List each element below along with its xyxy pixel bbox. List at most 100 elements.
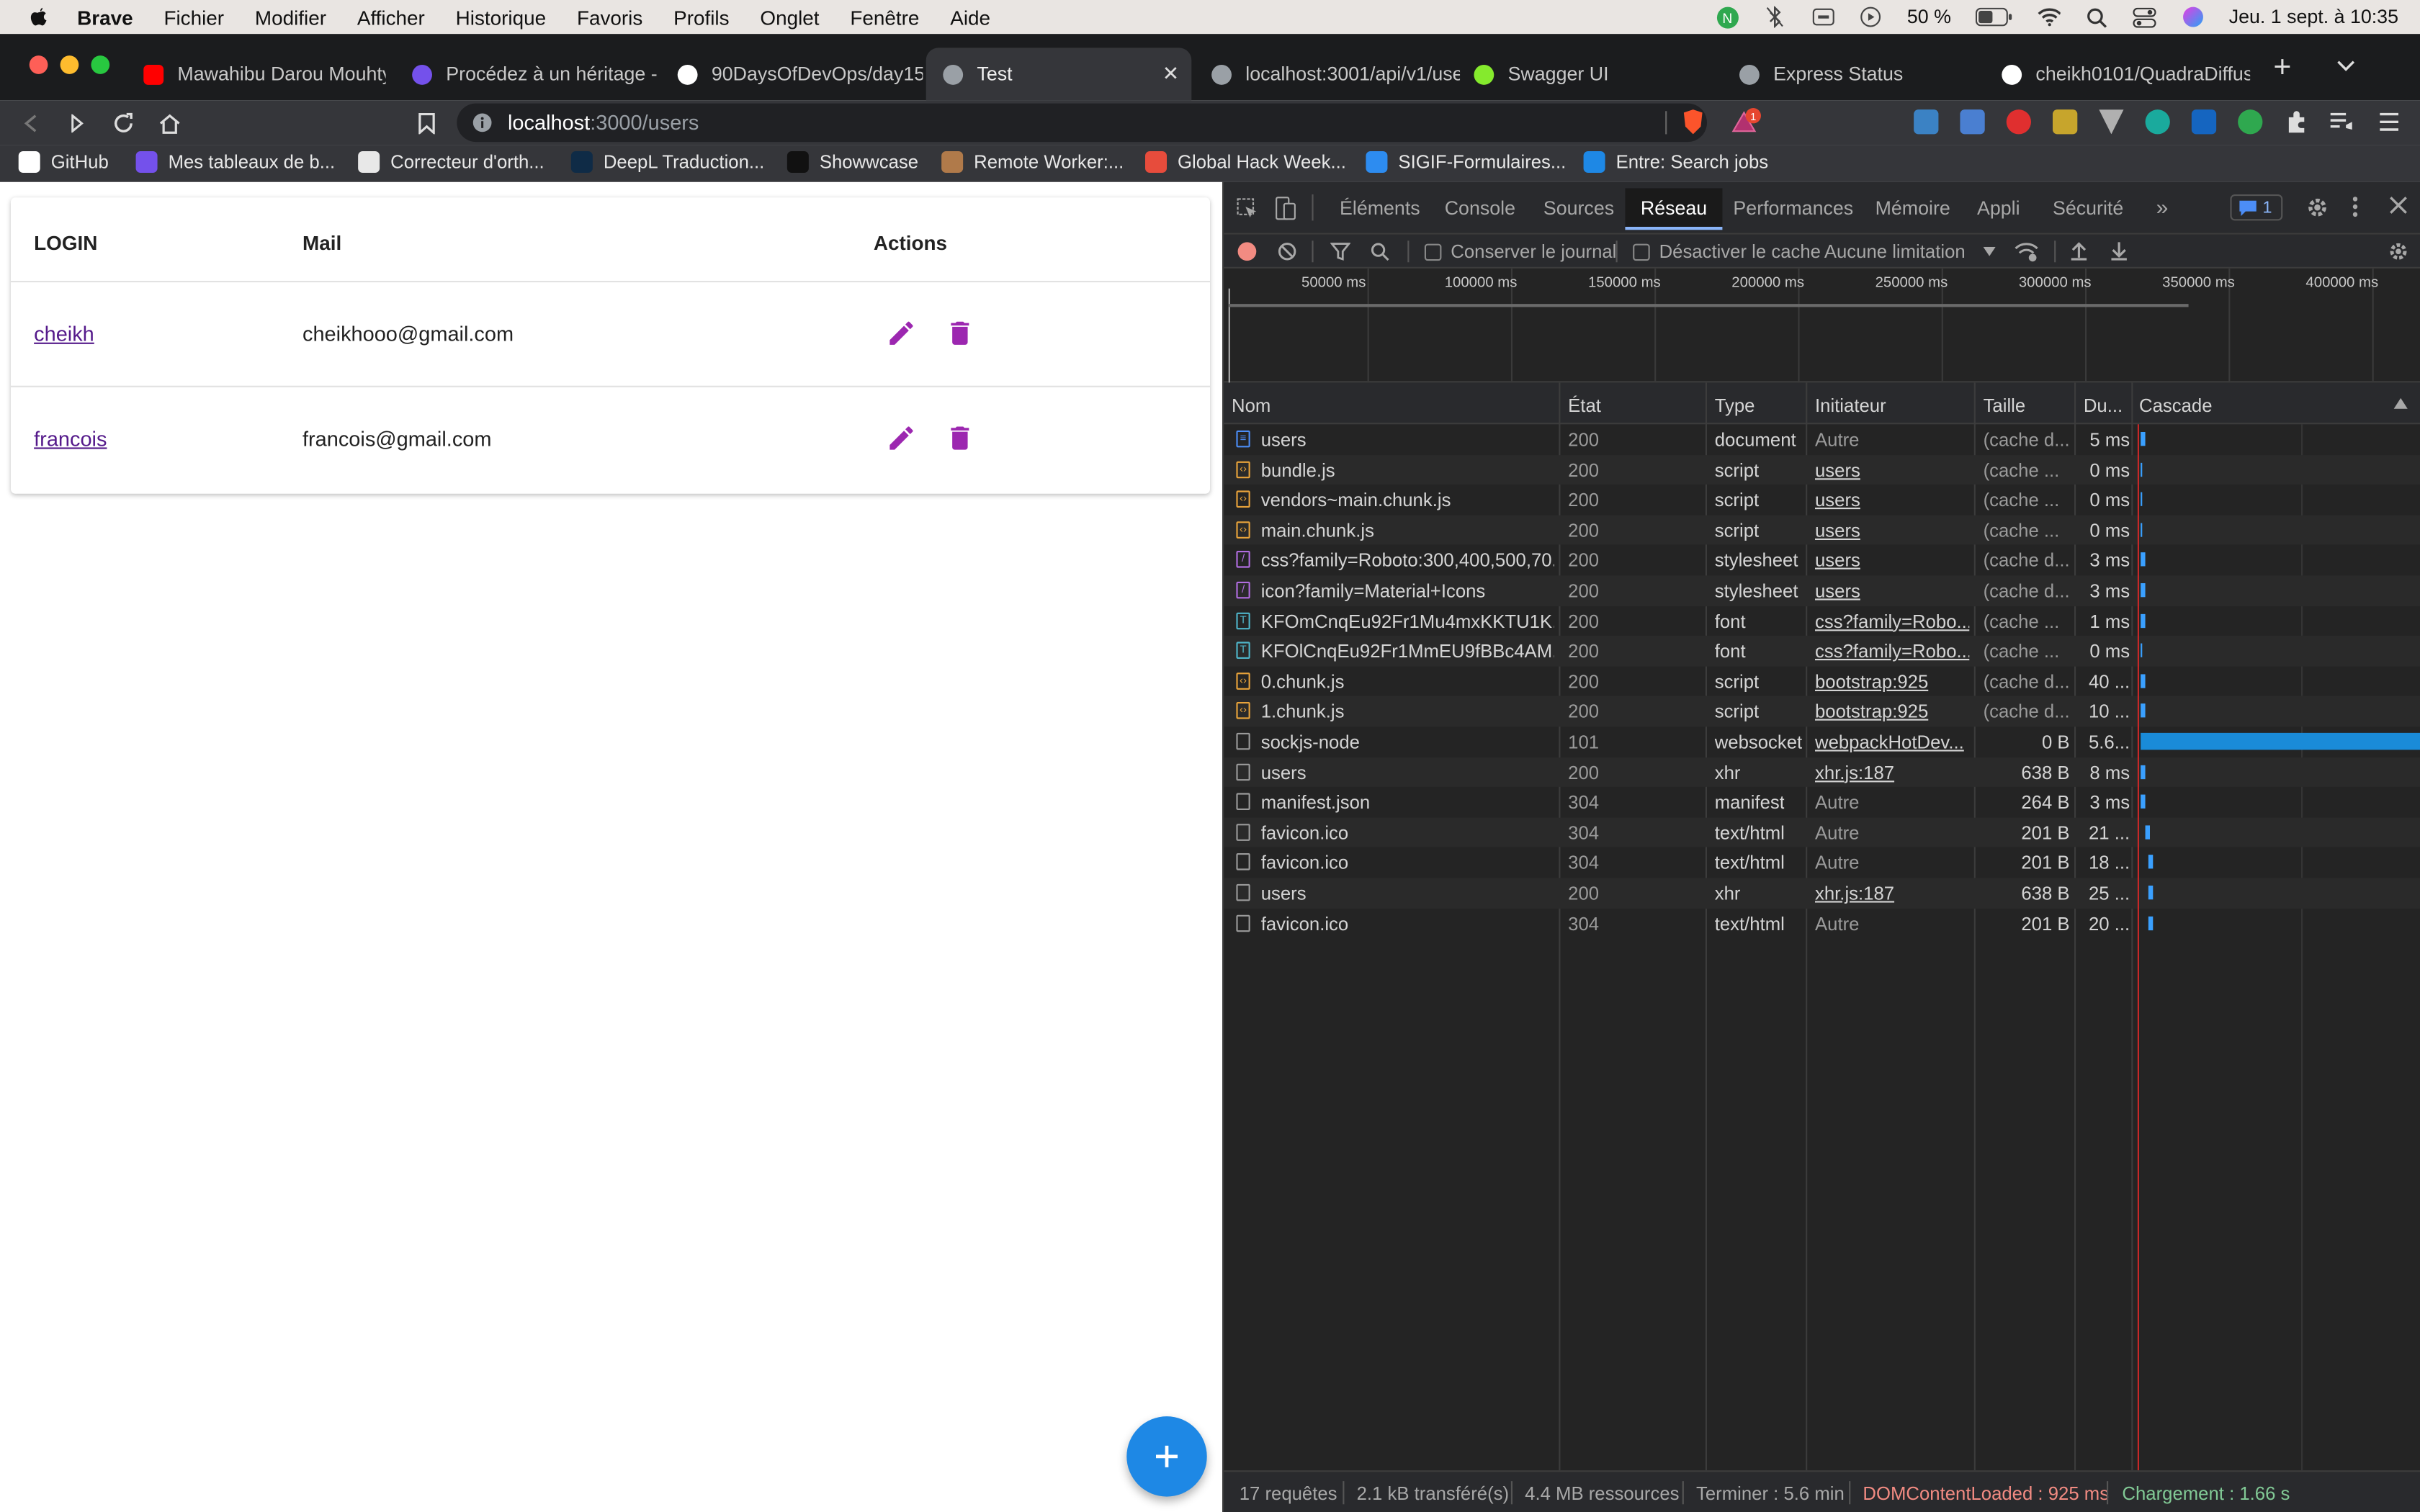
column-header-name[interactable]: Nom: [1232, 395, 1270, 417]
browser-tab[interactable]: Test ✕: [926, 48, 1192, 101]
tab-list-chevron-icon[interactable]: [2336, 60, 2355, 73]
request-initiator[interactable]: users: [1815, 459, 1969, 481]
search-icon[interactable]: [1371, 242, 1389, 265]
play-circle-icon[interactable]: [1859, 6, 1882, 29]
menubar-datetime[interactable]: Jeu. 1 sept. à 10:35: [2229, 6, 2398, 28]
brave-shields-icon[interactable]: [1681, 108, 1706, 143]
menu-aide[interactable]: Aide: [950, 6, 990, 29]
menu-historique[interactable]: Historique: [456, 6, 546, 29]
extension-translate-icon[interactable]: [1960, 109, 1985, 135]
request-row[interactable]: ≡ users 200 document Autre (cache d... 5 ms: [1224, 424, 2420, 454]
request-initiator[interactable]: users: [1815, 580, 1969, 602]
minimize-window-button[interactable]: [60, 55, 79, 74]
control-center-icon[interactable]: [2133, 6, 2156, 29]
zoom-window-button[interactable]: [91, 55, 110, 74]
network-conditions-icon[interactable]: [2014, 240, 2038, 266]
delete-trash-icon[interactable]: [944, 318, 975, 348]
close-window-button[interactable]: [29, 55, 48, 74]
request-row[interactable]: users 200 xhr xhr.js:187 638 B 25 ...: [1224, 878, 2420, 909]
menu-hamburger-icon[interactable]: [2378, 111, 2400, 140]
request-row[interactable]: T KFOmCnqEu92Fr1Mu4mxKKTU1K... 200 font css?…: [1224, 606, 2420, 636]
tab-sources[interactable]: Sources: [1543, 197, 1614, 219]
bookmark-item[interactable]: Remote Worker:...: [941, 151, 1124, 173]
device-toolbar-icon[interactable]: [1275, 196, 1296, 225]
request-row[interactable]: T KFOlCnqEu92Fr1MmEU9fBBc4AM... 200 font css…: [1224, 636, 2420, 667]
battery-icon[interactable]: [1976, 6, 2012, 29]
extension-adblock-icon[interactable]: [2006, 109, 2031, 135]
menu-profils[interactable]: Profils: [673, 6, 729, 29]
menu-onglet[interactable]: Onglet: [760, 6, 819, 29]
filter-funnel-icon[interactable]: [1330, 242, 1351, 265]
request-row[interactable]: favicon.ico 304 text/html Autre 201 B 18 ...: [1224, 847, 2420, 878]
bookmark-item[interactable]: SIGIF-Formulaires...: [1366, 151, 1566, 173]
menu-fichier[interactable]: Fichier: [163, 6, 224, 29]
browser-tab[interactable]: Procédez à un héritage - P: [395, 48, 658, 100]
request-initiator[interactable]: bootstrap:925: [1815, 701, 1969, 723]
column-header-initiator[interactable]: Initiateur: [1815, 395, 1886, 417]
settings-gear-icon[interactable]: [2305, 196, 2329, 224]
checkbox-box[interactable]: [1424, 243, 1442, 261]
request-initiator[interactable]: users: [1815, 550, 1969, 572]
column-header-login[interactable]: LOGIN: [34, 231, 97, 254]
tab-application[interactable]: Appli: [1977, 197, 2020, 219]
column-header-size[interactable]: Taille: [1984, 395, 2026, 417]
delete-trash-icon[interactable]: [944, 423, 975, 454]
wifi-icon[interactable]: [2038, 6, 2061, 29]
bookmark-item[interactable]: Showwcase: [786, 151, 918, 173]
preserve-log-checkbox[interactable]: Conserver le journal: [1424, 240, 1616, 262]
menu-favoris[interactable]: Favoris: [577, 6, 642, 29]
bookmark-icon[interactable]: [411, 108, 442, 139]
tab-elements[interactable]: Éléments: [1340, 197, 1420, 219]
disable-cache-checkbox[interactable]: Désactiver le cache: [1633, 240, 1821, 262]
extension-nordvpn-icon[interactable]: [2238, 109, 2263, 135]
issues-badge[interactable]: 1: [2230, 194, 2283, 221]
edit-pencil-icon[interactable]: [886, 423, 917, 454]
forward-arrow-icon[interactable]: [62, 108, 93, 139]
menu-fenetre[interactable]: Fenêtre: [850, 6, 919, 29]
request-row[interactable]: ‹› 0.chunk.js 200 script bootstrap:925 (cache…: [1224, 666, 2420, 696]
extension-check-icon[interactable]: [2191, 109, 2217, 135]
export-har-icon[interactable]: [2110, 240, 2128, 265]
checkbox-box[interactable]: [1633, 243, 1650, 261]
request-initiator[interactable]: webpackHotDev...: [1815, 732, 1969, 753]
back-arrow-icon[interactable]: [15, 108, 46, 139]
request-row[interactable]: ‹› main.chunk.js 200 script users (cache ... 0…: [1224, 515, 2420, 546]
bookmark-item[interactable]: Correcteur d'orth...: [358, 151, 544, 173]
bluetooth-off-icon[interactable]: [1764, 6, 1787, 29]
browser-tab[interactable]: Mawahibu Darou Mouhty K: [127, 48, 386, 100]
reload-icon[interactable]: [108, 108, 139, 139]
new-tab-plus-icon[interactable]: +: [2273, 53, 2291, 84]
request-initiator[interactable]: users: [1815, 520, 1969, 541]
request-initiator[interactable]: users: [1815, 490, 1969, 511]
request-row[interactable]: ‹› 1.chunk.js 200 script bootstrap:925 (cache…: [1224, 696, 2420, 727]
tab-console[interactable]: Console: [1445, 197, 1515, 219]
inspect-element-icon[interactable]: [1236, 197, 1258, 223]
keyboard-icon[interactable]: [1811, 6, 1834, 29]
column-header-waterfall[interactable]: Cascade: [2139, 395, 2213, 417]
close-devtools-icon[interactable]: [2389, 196, 2408, 219]
bookmark-item[interactable]: Mes tableaux de b...: [135, 151, 335, 173]
apple-icon[interactable]: [28, 6, 50, 28]
throttling-dropdown-icon[interactable]: [1983, 246, 1996, 256]
column-header-mail[interactable]: Mail: [302, 231, 341, 254]
nordvpn-icon[interactable]: N: [1716, 6, 1739, 29]
site-info-icon[interactable]: [472, 112, 493, 132]
clear-icon[interactable]: [1278, 242, 1296, 265]
more-options-kebab-icon[interactable]: [2352, 196, 2359, 222]
browser-tab[interactable]: cheikh0101/QuadraDiffusi: [1985, 48, 2250, 100]
siri-icon[interactable]: [2181, 6, 2204, 29]
menu-app-name[interactable]: Brave: [77, 6, 133, 29]
network-overview-timeline[interactable]: 50000 ms 100000 ms 150000 ms 200000 ms 25000…: [1224, 268, 2420, 383]
tab-security[interactable]: Sécurité: [2053, 197, 2123, 219]
extension-fi-icon[interactable]: [1914, 109, 1939, 135]
throttling-select[interactable]: Aucune limitation: [1824, 240, 1966, 262]
column-header-type[interactable]: Type: [1715, 395, 1755, 417]
sort-ascending-icon[interactable]: [2393, 397, 2408, 409]
menu-afficher[interactable]: Afficher: [357, 6, 425, 29]
import-har-icon[interactable]: [2070, 240, 2089, 265]
request-row[interactable]: / icon?family=Material+Icons 200 stylesheet…: [1224, 575, 2420, 606]
extension-vue-icon[interactable]: [2099, 109, 2124, 135]
user-login-link[interactable]: cheikh: [34, 323, 94, 346]
brave-rewards-icon[interactable]: 1: [1730, 108, 1761, 143]
address-bar[interactable]: localhost:3000/users: [457, 103, 1708, 143]
